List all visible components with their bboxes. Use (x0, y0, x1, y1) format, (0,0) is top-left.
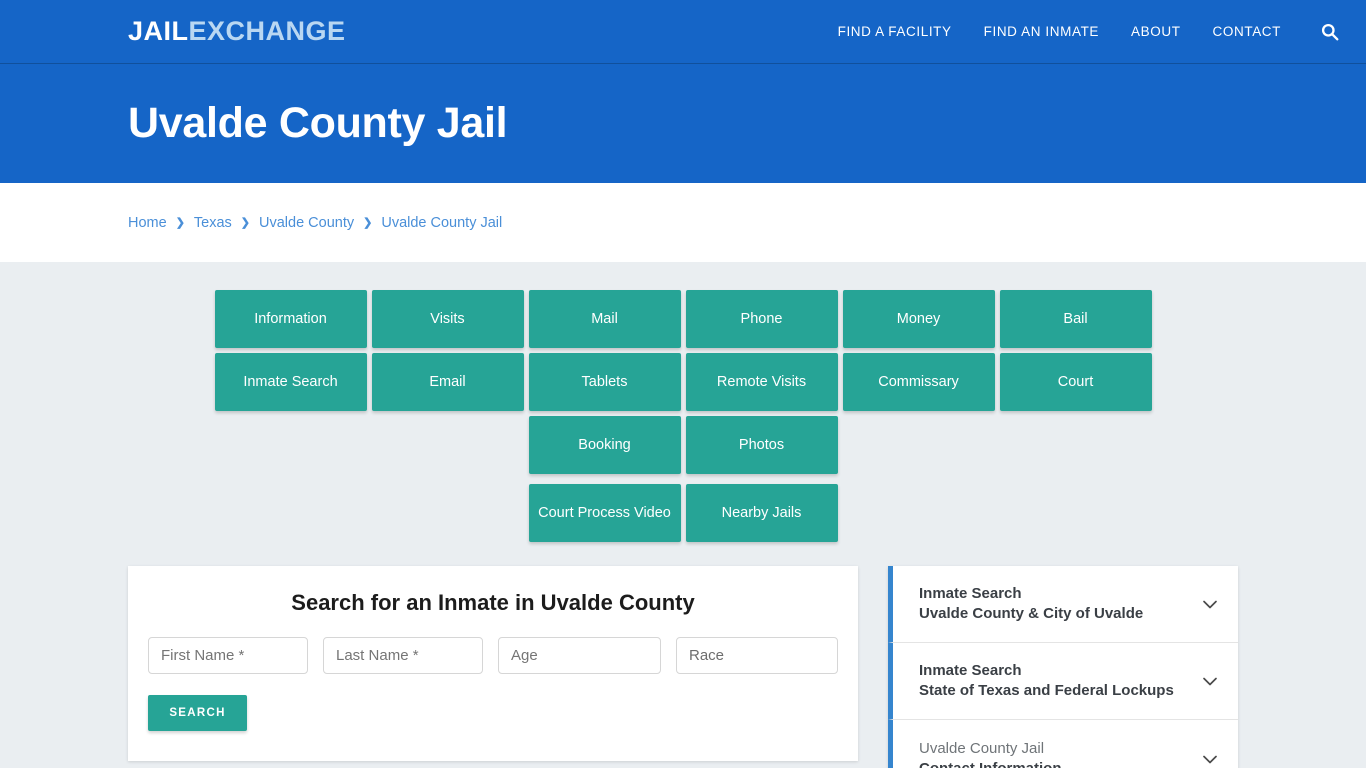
accordion-item-inmate-search-county[interactable]: Inmate Search Uvalde County & City of Uv… (888, 566, 1238, 643)
first-name-input[interactable] (148, 637, 308, 674)
facility-button-visits[interactable]: Visits (371, 290, 524, 348)
facility-button-tablets[interactable]: Tablets (528, 353, 681, 411)
facility-button-email[interactable]: Email (371, 353, 524, 411)
accordion-line-one: Uvalde County Jail (919, 739, 1045, 757)
page-hero: Uvalde County Jail (0, 64, 1366, 183)
facility-nav-button-grid: Information Visits Mail Phone Money Bail… (137, 290, 1230, 542)
chevron-down-icon[interactable] (1200, 749, 1220, 768)
facility-nav-row-three: Court Process Video Nearby Jails (137, 484, 1230, 542)
sidebar-column: Inmate Search Uvalde County & City of Uv… (888, 566, 1238, 768)
breadcrumb-item-uvalde-county[interactable]: Uvalde County (259, 215, 354, 231)
breadcrumb-band: Home ❯ Texas ❯ Uvalde County ❯ Uvalde Co… (0, 183, 1366, 262)
age-input[interactable] (498, 637, 661, 674)
nav-item-find-a-facility[interactable]: FIND A FACILITY (838, 24, 952, 39)
nav-item-find-an-inmate[interactable]: FIND AN INMATE (984, 24, 1099, 39)
facility-button-court[interactable]: Court (999, 353, 1152, 411)
main-navigation: FIND A FACILITY FIND AN INMATE ABOUT CON… (838, 21, 1341, 43)
facility-button-mail[interactable]: Mail (528, 290, 681, 348)
breadcrumb-separator-icon: ❯ (240, 217, 251, 229)
logo-secondary-text: EXCHANGE (188, 16, 346, 46)
logo-primary-text: JAIL (128, 16, 189, 46)
nav-item-about[interactable]: ABOUT (1131, 24, 1181, 39)
nav-item-contact[interactable]: CONTACT (1213, 24, 1281, 39)
facility-button-court-process-video[interactable]: Court Process Video (528, 484, 681, 542)
inmate-search-fields: Race (148, 637, 838, 674)
breadcrumb-item-texas[interactable]: Texas (194, 215, 232, 231)
search-icon[interactable] (1319, 21, 1341, 43)
breadcrumb-item-current[interactable]: Uvalde County Jail (381, 215, 502, 231)
accordion-line-one: Inmate Search (919, 585, 1022, 603)
page-title: Uvalde County Jail (128, 99, 508, 147)
facility-button-photos[interactable]: Photos (685, 416, 838, 474)
chevron-down-icon[interactable] (1200, 671, 1220, 691)
site-logo[interactable]: JAILEXCHANGE (128, 16, 346, 47)
inmate-search-heading: Search for an Inmate in Uvalde County (291, 590, 695, 615)
breadcrumb-separator-icon: ❯ (175, 217, 185, 229)
breadcrumb-item-home[interactable]: Home (128, 215, 167, 231)
page-body: Information Visits Mail Phone Money Bail… (0, 262, 1366, 768)
accordion-line-two: State of Texas and Federal Lockups (919, 682, 1174, 699)
breadcrumb-separator-icon: ❯ (363, 217, 373, 229)
accordion-line-two: Contact Information (919, 759, 1062, 768)
accordion-line-one: Inmate Search (919, 662, 1022, 680)
chevron-down-icon[interactable] (1200, 594, 1220, 614)
accordion-item-label: Inmate Search State of Texas and Federal… (919, 661, 1200, 701)
site-header: JAILEXCHANGE FIND A FACILITY FIND AN INM… (0, 0, 1366, 64)
content-columns: Search for an Inmate in Uvalde County Ra… (128, 566, 1238, 768)
facility-button-inmate-search[interactable]: Inmate Search (214, 353, 367, 411)
search-submit-button[interactable]: SEARCH (148, 695, 247, 731)
facility-button-phone[interactable]: Phone (685, 290, 838, 348)
facility-button-remote-visits[interactable]: Remote Visits (685, 353, 838, 411)
facility-button-nearby-jails[interactable]: Nearby Jails (685, 484, 838, 542)
accordion-item-label: Uvalde County Jail Contact Information (919, 739, 1200, 768)
accordion-item-inmate-search-state[interactable]: Inmate Search State of Texas and Federal… (888, 643, 1238, 720)
facility-button-information[interactable]: Information (214, 290, 367, 348)
facility-button-bail[interactable]: Bail (999, 290, 1152, 348)
breadcrumb: Home ❯ Texas ❯ Uvalde County ❯ Uvalde Co… (128, 215, 502, 231)
last-name-input[interactable] (323, 637, 483, 674)
facility-button-booking[interactable]: Booking (528, 416, 681, 474)
race-select[interactable]: Race (676, 637, 838, 674)
inmate-search-card: Search for an Inmate in Uvalde County Ra… (128, 566, 858, 761)
sidebar-accordion: Inmate Search Uvalde County & City of Uv… (888, 566, 1238, 768)
main-column: Search for an Inmate in Uvalde County Ra… (128, 566, 858, 768)
facility-button-money[interactable]: Money (842, 290, 995, 348)
accordion-item-contact-information[interactable]: Uvalde County Jail Contact Information (888, 720, 1238, 768)
facility-button-commissary[interactable]: Commissary (842, 353, 995, 411)
accordion-line-two: Uvalde County & City of Uvalde (919, 605, 1144, 622)
accordion-item-label: Inmate Search Uvalde County & City of Uv… (919, 584, 1200, 624)
